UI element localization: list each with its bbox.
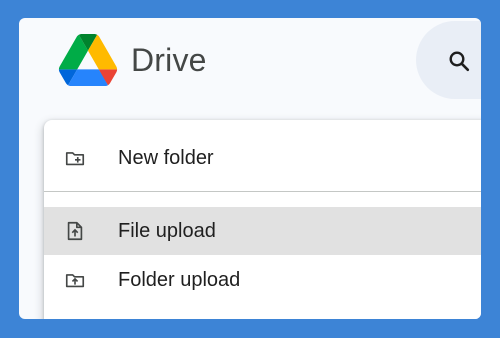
folder-upload-icon [65, 274, 85, 288]
file-upload-icon [67, 221, 83, 241]
folder-add-icon [65, 152, 85, 166]
search-icon[interactable] [447, 49, 471, 73]
menu-item-file-upload[interactable]: File upload [44, 207, 481, 255]
menu-divider [44, 191, 481, 192]
menu-item-label: File upload [118, 219, 216, 242]
google-drive-logo[interactable] [58, 34, 118, 86]
menu-item-folder-upload[interactable]: Folder upload [44, 256, 481, 304]
search-bar[interactable] [416, 21, 481, 99]
drive-window: Drive New folder File upload Folder uplo… [19, 18, 481, 319]
menu-item-label: Folder upload [118, 268, 241, 291]
app-title[interactable]: Drive [131, 42, 207, 79]
menu-item-new-folder[interactable]: New folder [44, 134, 481, 182]
new-item-menu: New folder File upload Folder upload [44, 120, 481, 319]
menu-item-label: New folder [118, 146, 214, 169]
